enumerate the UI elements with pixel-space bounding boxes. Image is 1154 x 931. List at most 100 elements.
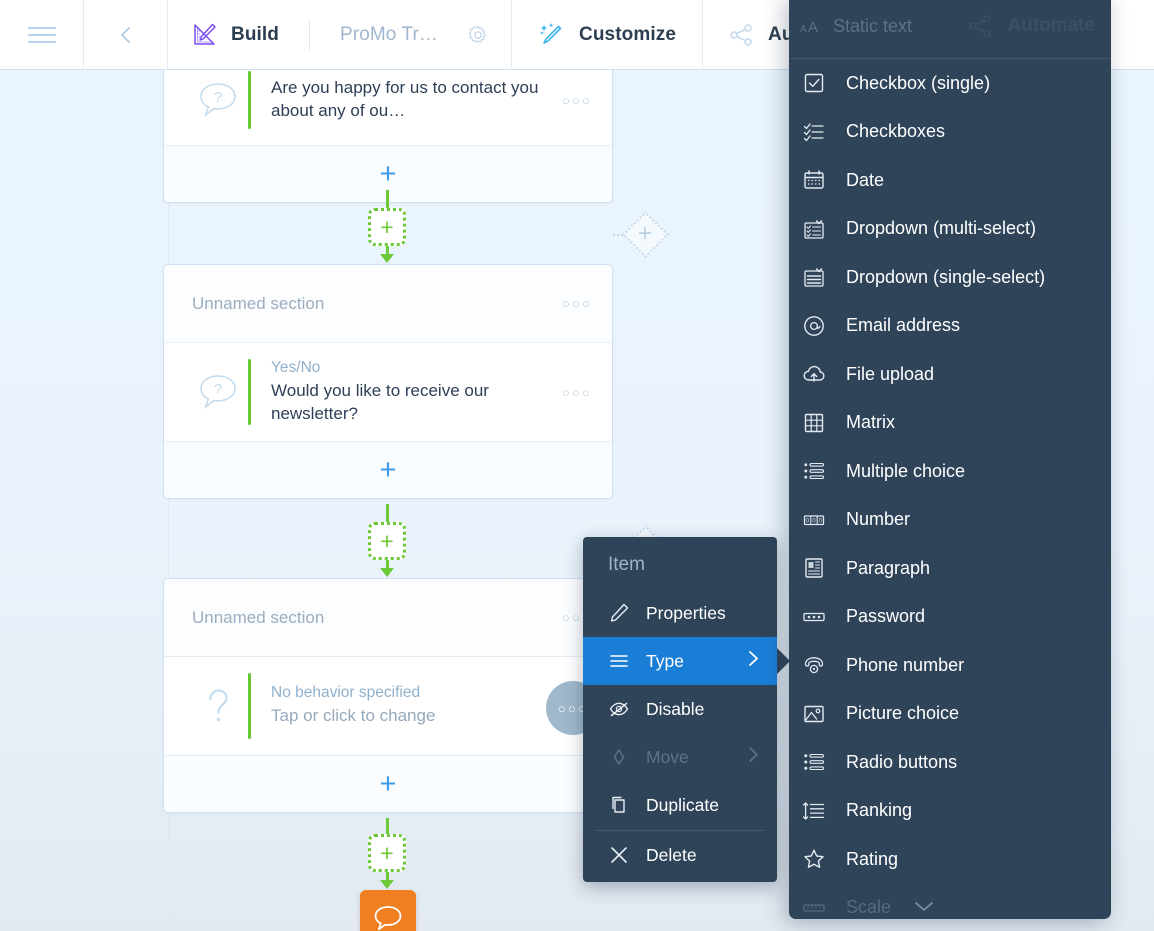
question-title: Tap or click to change	[271, 706, 436, 726]
type-option-phone-number[interactable]: Phone number	[789, 641, 1111, 690]
context-menu-item-duplicate[interactable]: Duplicate	[583, 781, 777, 829]
ruler-pencil-icon	[194, 23, 216, 45]
tab-build[interactable]: Build ProMo Tr…	[168, 0, 513, 70]
context-menu-item-move: Move	[583, 733, 777, 781]
add-node-button-3[interactable]: +	[368, 834, 406, 872]
context-menu-item-properties[interactable]: Properties	[583, 589, 777, 637]
flow-arrow	[380, 254, 394, 263]
ranking-icon	[802, 799, 846, 823]
section-header[interactable]: Unnamed section ○○○	[164, 579, 612, 657]
context-menu-item-label: Disable	[646, 698, 705, 719]
section-card-2[interactable]: Unnamed section ○○○ ? Yes/No Would you l…	[163, 264, 613, 500]
add-item-row[interactable]: +	[164, 756, 612, 812]
plus-icon: +	[368, 522, 406, 560]
eye-off-icon	[608, 698, 646, 720]
type-option-dropdown-single[interactable]: Dropdown (single-select)	[789, 253, 1111, 302]
type-option-ranking[interactable]: Ranking	[789, 787, 1111, 836]
context-menu-item-type[interactable]: Type	[583, 637, 777, 685]
type-option-file-upload[interactable]: File upload	[789, 350, 1111, 399]
dropdown-multi-icon	[802, 217, 846, 241]
hamburger-icon	[27, 22, 56, 48]
type-option-dropdown-multi[interactable]: Dropdown (multi-select)	[789, 205, 1111, 254]
telephone-icon	[802, 653, 846, 677]
plus-icon: +	[637, 220, 652, 247]
app-root: Build ProMo Tr… Customize ? Are you happ…	[0, 0, 1154, 931]
context-menu-item-disable[interactable]: Disable	[583, 685, 777, 733]
section-card-1[interactable]: ? Are you happy for us to contact you ab…	[163, 70, 613, 203]
speech-bubble-question-icon: ?	[188, 77, 248, 123]
type-option-picture-choice[interactable]: Picture choice	[789, 690, 1111, 739]
type-submenu-panel[interactable]: A A Static text Automate Checkbox (singl…	[789, 0, 1111, 919]
type-option-rating[interactable]: Rating	[789, 835, 1111, 884]
chevron-right-icon	[747, 650, 760, 672]
type-option-label: Radio buttons	[846, 751, 958, 772]
move-icon	[608, 746, 646, 768]
question-row[interactable]: No behavior specified Tap or click to ch…	[164, 657, 612, 756]
plus-icon: +	[379, 157, 397, 190]
checkbox-checked-icon	[802, 71, 846, 95]
tab-customize[interactable]: Customize	[512, 0, 703, 70]
context-menu-item-label: Properties	[646, 602, 726, 623]
type-option-label: Picture choice	[846, 703, 960, 724]
question-menu-button[interactable]: ○○○	[552, 385, 592, 400]
section-card-3[interactable]: Unnamed section ○○○ No behavior specifie…	[163, 578, 613, 813]
svg-text:0: 0	[812, 518, 816, 524]
type-option-checkboxes[interactable]: Checkboxes	[789, 108, 1111, 157]
type-option-label: Phone number	[846, 654, 965, 675]
question-menu-button[interactable]: ○○○	[552, 93, 592, 108]
item-context-menu[interactable]: Item Properties Type Disable Move Duplic…	[583, 537, 777, 882]
context-menu-item-label: Move	[646, 746, 689, 767]
copy-icon	[608, 794, 646, 816]
type-option-password[interactable]: Password	[789, 593, 1111, 642]
branch-add-diamond-1[interactable]: +	[621, 210, 669, 258]
type-option-label: Email address	[846, 315, 961, 336]
project-name[interactable]: ProMo Tr…	[340, 24, 438, 46]
svg-text:0: 0	[819, 518, 823, 524]
question-row[interactable]: ? Yes/No Would you like to receive our n…	[164, 343, 612, 443]
context-menu-header: Item	[608, 554, 645, 575]
gear-icon[interactable]	[467, 24, 489, 46]
add-node-button-2[interactable]: +	[368, 522, 406, 560]
plus-icon: +	[368, 834, 406, 872]
plus-icon: +	[368, 208, 406, 246]
pencil-icon	[608, 602, 646, 624]
menu-button[interactable]	[0, 0, 84, 70]
back-button[interactable]	[84, 0, 168, 70]
section-menu-button[interactable]: ○○○	[562, 296, 592, 311]
flow-arrow	[380, 568, 394, 577]
question-title: Are you happy for us to contact you abou…	[271, 78, 539, 120]
plus-icon: +	[379, 767, 397, 800]
ruler-icon	[802, 896, 846, 919]
type-option-email-address[interactable]: Email address	[789, 302, 1111, 351]
type-option-date[interactable]: Date	[789, 156, 1111, 205]
share-nodes-icon	[730, 24, 752, 46]
type-option-paragraph[interactable]: Paragraph	[789, 544, 1111, 593]
type-option-radio-buttons[interactable]: Radio buttons	[789, 738, 1111, 787]
type-option-label: Ranking	[846, 800, 913, 821]
svg-text:?: ?	[214, 381, 222, 398]
add-item-row[interactable]: +	[164, 442, 612, 499]
plus-icon: +	[379, 453, 397, 486]
svg-text:A: A	[808, 19, 818, 36]
type-option-checkbox-single[interactable]: Checkbox (single)	[789, 59, 1111, 108]
type-option-matrix[interactable]: Matrix	[789, 399, 1111, 448]
question-row[interactable]: ? Are you happy for us to contact you ab…	[164, 70, 612, 146]
type-option-number[interactable]: 0 0 0 Number	[789, 496, 1111, 545]
type-option-label: Checkboxes	[846, 121, 946, 142]
type-option-multiple-choice[interactable]: Multiple choice	[789, 447, 1111, 496]
end-node-button[interactable]	[360, 890, 416, 931]
chevron-left-icon	[120, 27, 130, 43]
question-text: No behavior specified Tap or click to ch…	[271, 684, 552, 728]
type-option-scale[interactable]: Scale	[789, 884, 1111, 920]
type-option-label: Scale	[846, 897, 892, 918]
number-icon: 0 0 0	[802, 508, 846, 532]
question-type-label: Yes/No	[271, 359, 321, 376]
context-menu-item-delete[interactable]: Delete	[583, 831, 777, 879]
chevron-down-icon[interactable]	[913, 897, 935, 918]
panel-ghost-automate-label: Automate	[1007, 15, 1095, 36]
context-menu-item-label: Type	[646, 650, 684, 671]
question-text: Are you happy for us to contact you abou…	[271, 77, 552, 122]
add-node-button-1[interactable]: +	[368, 208, 406, 246]
section-header[interactable]: Unnamed section ○○○	[164, 265, 612, 343]
paragraph-icon	[802, 556, 846, 580]
